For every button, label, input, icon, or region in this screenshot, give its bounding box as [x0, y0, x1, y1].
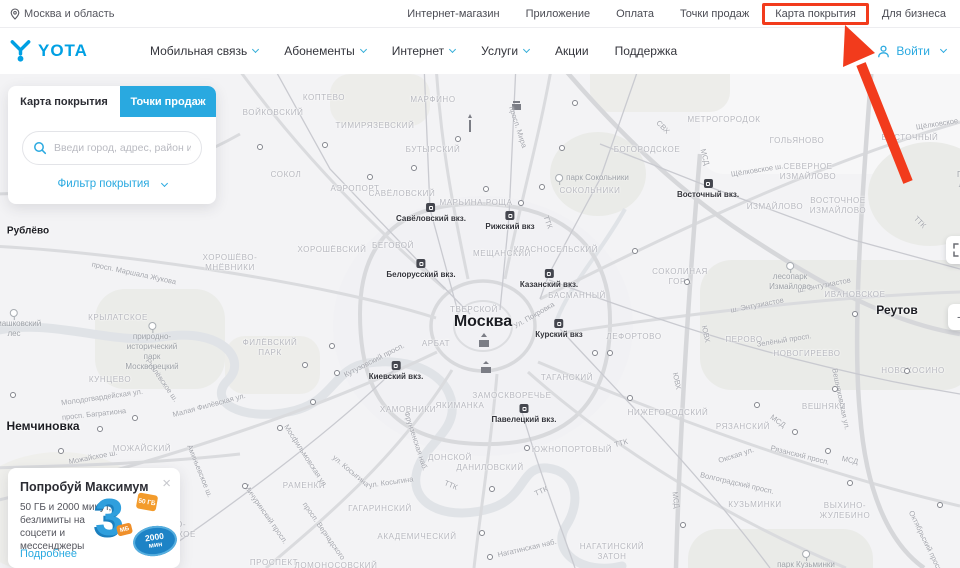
topbar: Москва и область Интернет-магазин Приложе…: [0, 0, 960, 28]
nav-item-label: Акции: [555, 44, 589, 58]
panel-tabs: Карта покрытияТочки продаж: [8, 86, 216, 117]
fullscreen-icon: [953, 243, 960, 257]
nav-item-label: Поддержка: [615, 44, 678, 58]
promo-details-link[interactable]: Подробнее: [20, 548, 77, 560]
promo-minutes-unit: мин: [148, 541, 163, 550]
nav-item-label: Услуги: [481, 44, 518, 58]
user-icon: [876, 44, 891, 59]
region-label: Москва и область: [24, 8, 115, 20]
topbar-link-0[interactable]: Интернет-магазин: [407, 8, 499, 20]
topbar-link-1[interactable]: Приложение: [526, 8, 591, 20]
coverage-map[interactable]: ВОЙКОВСКИЙКОПТЕВОМАРФИНОТИМИРЯЗЕВСКИЙБУТ…: [0, 74, 960, 568]
chevron-down-icon: [252, 46, 259, 53]
topbar-link-2[interactable]: Оплата: [616, 8, 654, 20]
promo-card: Попробуй Максимум × 50 ГБ и 2000 минут, …: [8, 468, 180, 568]
tab-0[interactable]: Карта покрытия: [8, 86, 120, 117]
filter-label: Фильтр покрытия: [57, 178, 149, 190]
login-label: Войти: [896, 44, 930, 58]
search-icon: [33, 141, 47, 155]
yota-coverage-page: Москва и область Интернет-магазин Приложе…: [0, 0, 960, 568]
yota-logo[interactable]: YOTA: [8, 38, 88, 64]
search-box: [22, 131, 202, 165]
search-input[interactable]: [54, 142, 191, 154]
promo-minutes-badge: 2000 мин: [131, 523, 179, 559]
promo-mb-badge: МБ: [116, 522, 133, 536]
nav-item-5[interactable]: Поддержка: [615, 44, 678, 58]
topbar-link-3[interactable]: Точки продаж: [680, 8, 749, 20]
nav-item-label: Мобильная связь: [150, 44, 247, 58]
chevron-down-icon: [160, 179, 167, 186]
tab-1-active[interactable]: Точки продаж: [120, 86, 216, 117]
nav-item-label: Абонементы: [284, 44, 355, 58]
close-icon[interactable]: ×: [162, 476, 171, 491]
chevron-down-icon: [360, 46, 367, 53]
nav-item-1[interactable]: Абонементы: [284, 44, 366, 58]
nav-item-3[interactable]: Услуги: [481, 44, 529, 58]
yota-logo-icon: [8, 38, 33, 64]
location-pin-icon: [10, 8, 20, 20]
zoom-out-button[interactable]: −: [948, 304, 960, 330]
promo-gb-badge: 50 ГБ: [136, 492, 158, 511]
nav-items: Мобильная связь Абонементы Интернет Услуги А…: [150, 44, 677, 58]
login-button[interactable]: Войти: [876, 44, 946, 59]
topbar-link-4-highlighted[interactable]: Карта покрытия: [762, 3, 869, 25]
chevron-down-icon: [449, 46, 456, 53]
chevron-down-icon: [940, 46, 947, 53]
promo-title: Попробуй Максимум: [20, 480, 168, 494]
map-panel: Карта покрытияТочки продаж Фильтр покрыт…: [8, 86, 216, 204]
chevron-down-icon: [523, 46, 530, 53]
coverage-filter-button[interactable]: Фильтр покрытия: [8, 178, 216, 190]
nav-item-0[interactable]: Мобильная связь: [150, 44, 258, 58]
region-selector[interactable]: Москва и область: [10, 8, 115, 20]
main-navigation: YOTA Мобильная связь Абонементы Интернет Ус…: [0, 28, 960, 74]
nav-item-4[interactable]: Акции: [555, 44, 589, 58]
fullscreen-button[interactable]: [946, 236, 960, 264]
nav-item-label: Интернет: [392, 44, 444, 58]
nav-item-2[interactable]: Интернет: [392, 44, 455, 58]
topbar-link-5[interactable]: Для бизнеса: [882, 8, 946, 20]
topbar-links: Интернет-магазин Приложение Оплата Точки пр…: [407, 8, 946, 20]
promo-illustration: 3 50 ГБ МБ 2000 мин: [93, 494, 177, 560]
yota-logo-text: YOTA: [38, 41, 88, 61]
